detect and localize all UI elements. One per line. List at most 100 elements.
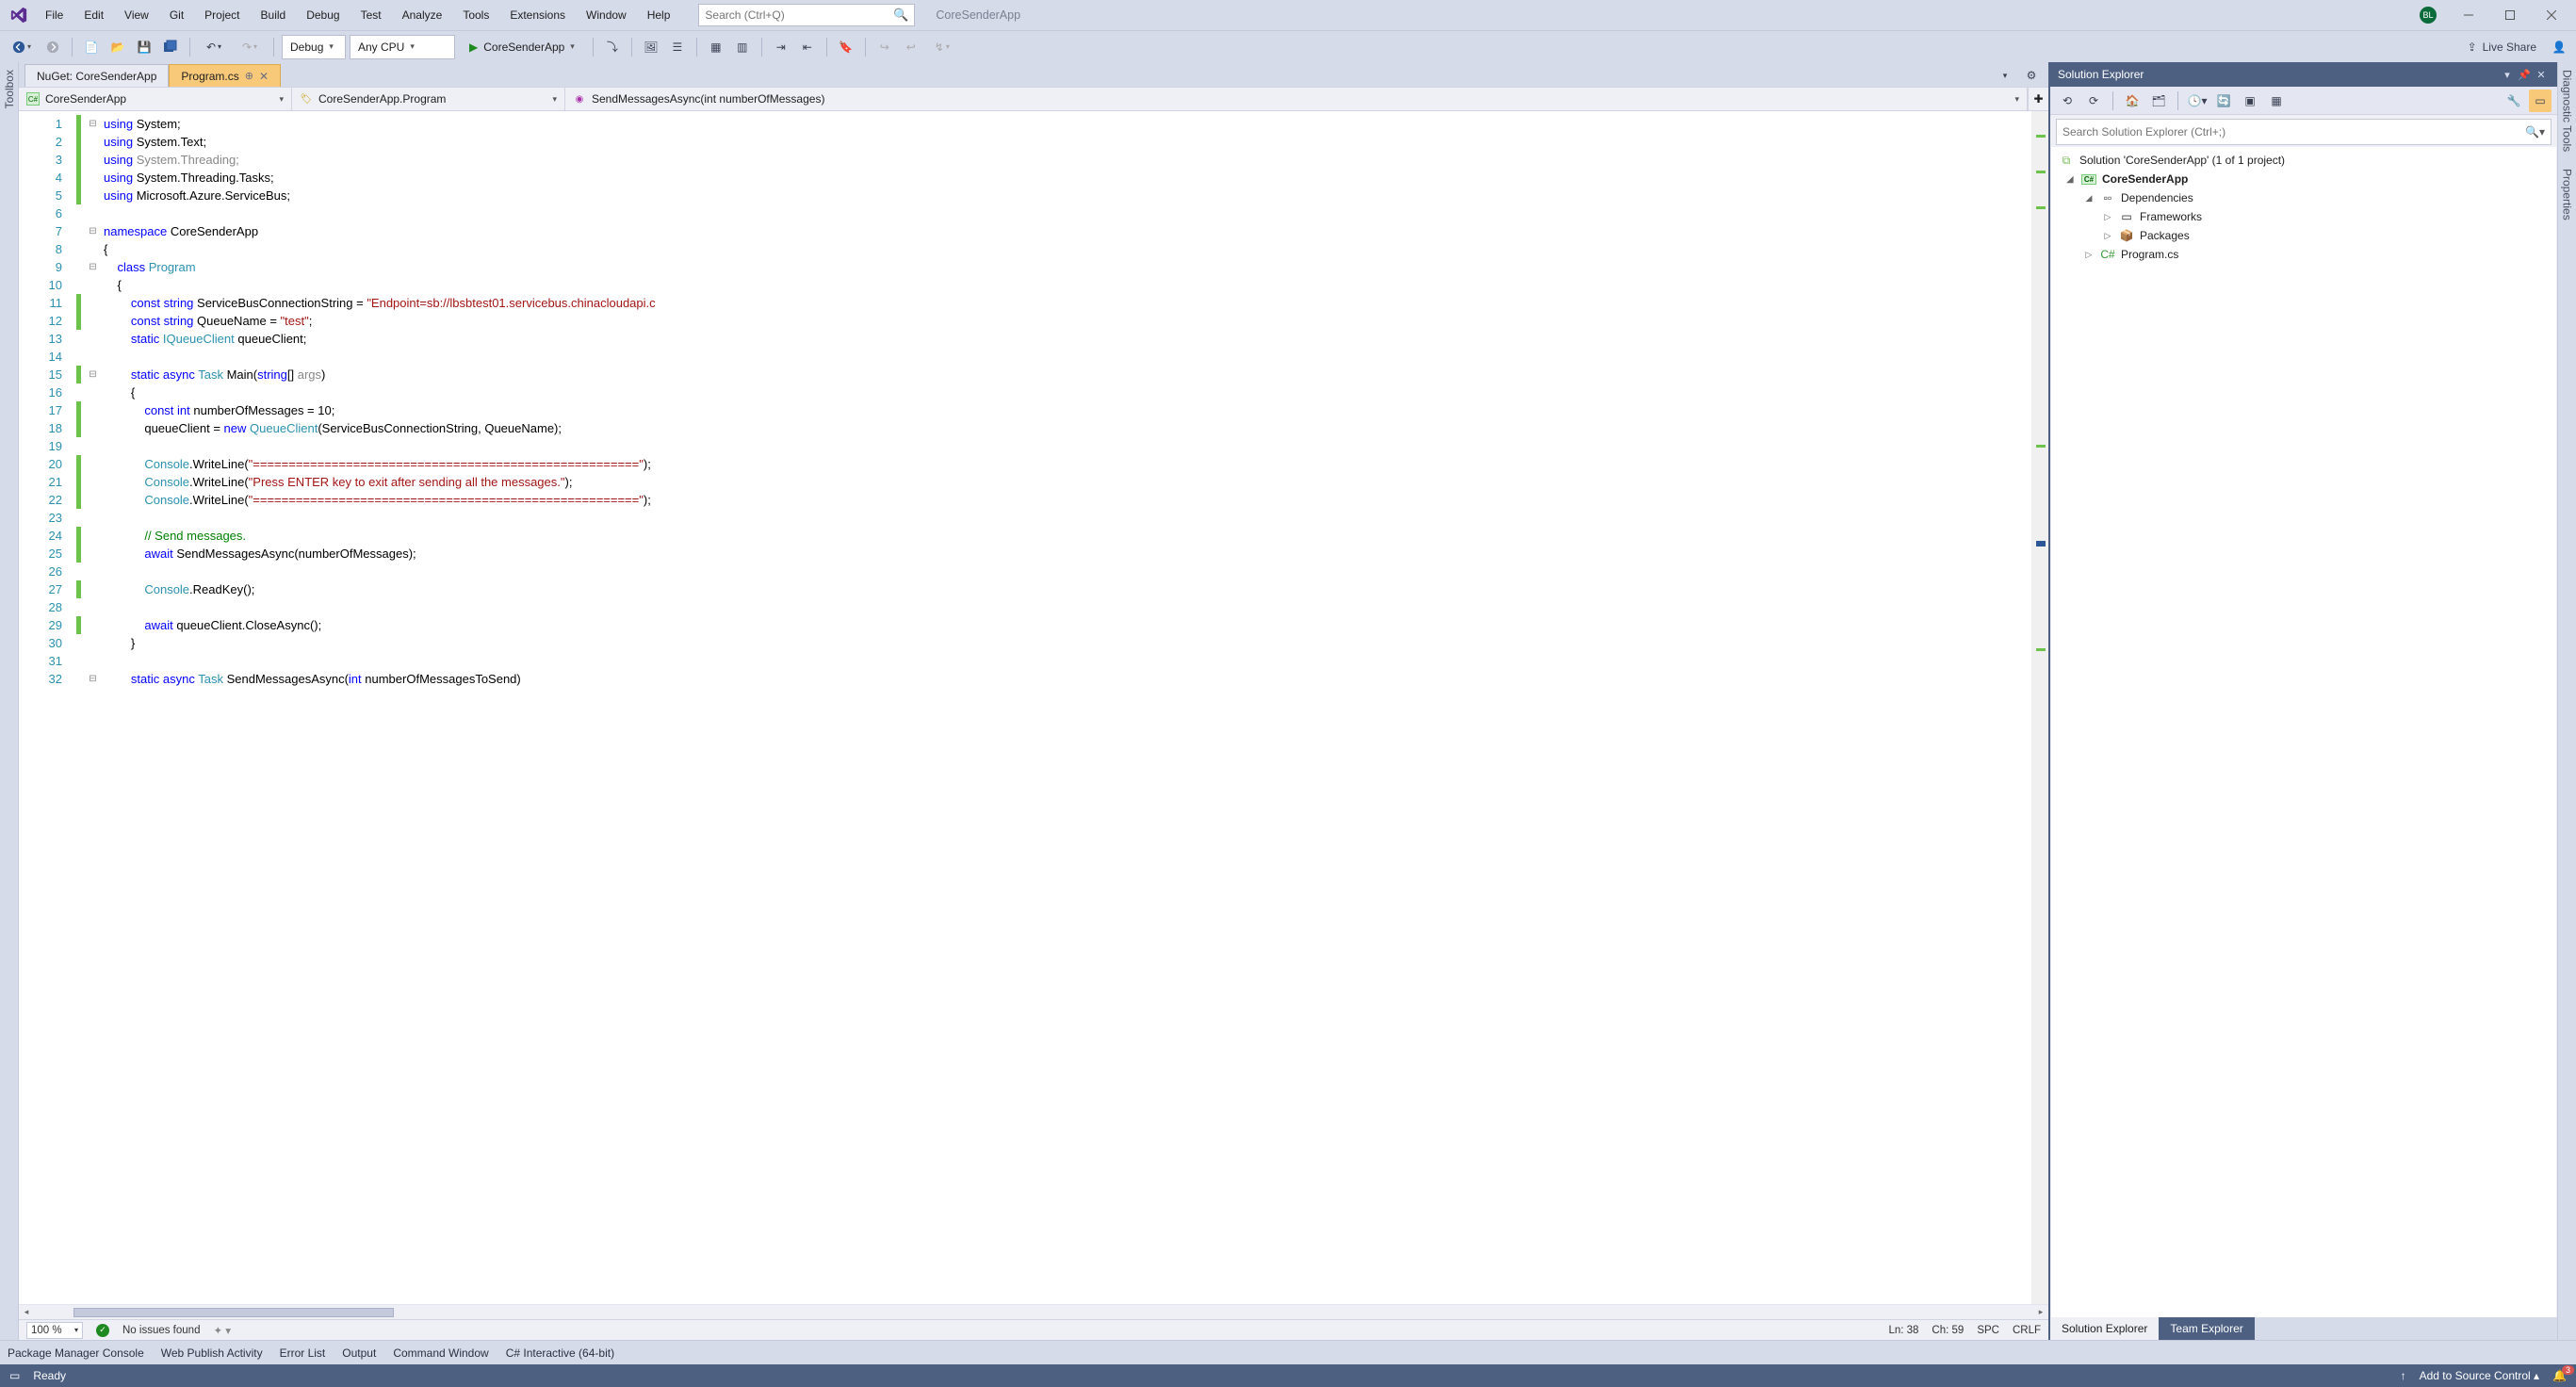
scroll-thumb[interactable] bbox=[73, 1308, 394, 1317]
source-control-button[interactable]: Add to Source Control ▴ bbox=[2420, 1369, 2539, 1382]
quicklaunch-input[interactable] bbox=[705, 8, 893, 22]
comment-button[interactable]: ▦ bbox=[705, 36, 727, 58]
tool-a-button[interactable]: ↪ bbox=[873, 36, 896, 58]
bottom-tab[interactable]: Command Window bbox=[393, 1346, 488, 1360]
open-file-button[interactable]: 📂 bbox=[106, 36, 129, 58]
close-button[interactable] bbox=[2533, 3, 2570, 27]
scroll-track[interactable] bbox=[2031, 111, 2048, 1304]
pin-icon[interactable]: ⊕ bbox=[245, 70, 253, 82]
outlining-margin[interactable]: ⊟⊟⊟⊟⊟ bbox=[87, 111, 100, 1304]
solution-tree[interactable]: ⧉ Solution 'CoreSenderApp' (1 of 1 proje… bbox=[2051, 147, 2556, 1317]
expand-icon[interactable]: ▷ bbox=[2102, 231, 2113, 241]
live-share-button[interactable]: ⇪ Live Share bbox=[2460, 41, 2544, 54]
solution-explorer-titlebar[interactable]: Solution Explorer ▾ 📌 ✕ bbox=[2050, 62, 2557, 87]
maximize-button[interactable] bbox=[2491, 3, 2529, 27]
bookmark-button[interactable]: 🔖 bbox=[835, 36, 857, 58]
menu-view[interactable]: View bbox=[115, 3, 158, 27]
menu-help[interactable]: Help bbox=[638, 3, 680, 27]
menu-build[interactable]: Build bbox=[252, 3, 296, 27]
feedback-button[interactable]: 👤 bbox=[2548, 36, 2570, 58]
menu-debug[interactable]: Debug bbox=[297, 3, 349, 27]
properties-tab[interactable]: Properties bbox=[2561, 169, 2574, 220]
tab-solution-explorer[interactable]: Solution Explorer bbox=[2050, 1317, 2159, 1340]
se-pending-changes-button[interactable]: 🕓▾ bbox=[2186, 90, 2209, 112]
diagnostic-tools-tab[interactable]: Diagnostic Tools bbox=[2561, 70, 2574, 152]
packages-node[interactable]: ▷ 📦 Packages bbox=[2055, 226, 2552, 245]
menu-tools[interactable]: Tools bbox=[453, 3, 498, 27]
code-editor[interactable]: 1234567891011121314151617181920212223242… bbox=[19, 111, 2048, 1304]
menu-test[interactable]: Test bbox=[351, 3, 391, 27]
se-switch-view-button[interactable]: 🗂 bbox=[2147, 90, 2170, 112]
dependencies-node[interactable]: ◢ ▫▫ Dependencies bbox=[2055, 188, 2552, 207]
publish-icon[interactable]: ↑ bbox=[2401, 1369, 2406, 1382]
new-project-button[interactable]: 📄 bbox=[80, 36, 103, 58]
undo-button[interactable]: ↶▾ bbox=[198, 36, 230, 58]
autohide-button[interactable]: 📌 bbox=[2516, 69, 2533, 81]
nav-forward-button[interactable] bbox=[41, 36, 64, 58]
se-sync-button[interactable]: 🔄 bbox=[2212, 90, 2235, 112]
save-button[interactable]: 💾 bbox=[133, 36, 155, 58]
nav-scope-combo[interactable]: C# CoreSenderApp ▾ bbox=[19, 88, 292, 110]
menu-git[interactable]: Git bbox=[160, 3, 193, 27]
solution-explorer-search[interactable]: 🔍▾ bbox=[2056, 119, 2552, 145]
outdent-button[interactable]: ⇤ bbox=[796, 36, 819, 58]
indent-button[interactable]: ⇥ bbox=[770, 36, 792, 58]
split-editor-button[interactable]: ✚ bbox=[2028, 88, 2048, 110]
se-collapse-button[interactable]: ▣ bbox=[2239, 90, 2261, 112]
code-content[interactable]: using System;using System.Text;using Sys… bbox=[100, 111, 2031, 1304]
expand-icon[interactable]: ▷ bbox=[2083, 250, 2095, 260]
quicklaunch-search[interactable]: 🔍 bbox=[698, 4, 915, 26]
tab-team-explorer[interactable]: Team Explorer bbox=[2159, 1317, 2254, 1340]
menu-extensions[interactable]: Extensions bbox=[500, 3, 575, 27]
bottom-tab[interactable]: C# Interactive (64-bit) bbox=[506, 1346, 614, 1360]
scroll-right-arrow[interactable]: ▸ bbox=[2033, 1307, 2048, 1317]
uncomment-button[interactable]: ▥ bbox=[731, 36, 754, 58]
document-tab-nuget[interactable]: NuGet: CoreSenderApp bbox=[24, 64, 169, 87]
step-into-button[interactable]: ⤵ bbox=[601, 36, 624, 58]
menu-window[interactable]: Window bbox=[577, 3, 636, 27]
collapse-icon[interactable]: ◢ bbox=[2083, 193, 2095, 204]
expand-icon[interactable]: ▷ bbox=[2102, 212, 2113, 222]
menu-project[interactable]: Project bbox=[195, 3, 249, 27]
output-pane-icon[interactable]: ▭ bbox=[9, 1369, 20, 1382]
bottom-tab[interactable]: Package Manager Console bbox=[8, 1346, 144, 1360]
solution-explorer-search-input[interactable] bbox=[2062, 125, 2525, 139]
project-node[interactable]: ◢ C# CoreSenderApp bbox=[2055, 170, 2552, 188]
menu-file[interactable]: File bbox=[36, 3, 73, 27]
se-back-button[interactable]: ⟲ bbox=[2056, 90, 2079, 112]
se-show-all-button[interactable]: ▦ bbox=[2265, 90, 2288, 112]
image-tool-button[interactable]: 🖼 bbox=[640, 36, 662, 58]
menu-analyze[interactable]: Analyze bbox=[393, 3, 452, 27]
se-home-button[interactable]: 🏠 bbox=[2121, 90, 2144, 112]
close-icon[interactable]: ✕ bbox=[259, 70, 269, 83]
save-all-button[interactable] bbox=[159, 36, 182, 58]
bottom-tab[interactable]: Error List bbox=[280, 1346, 326, 1360]
toolbox-tab[interactable]: Toolbox bbox=[3, 70, 16, 108]
zoom-combo[interactable]: 100 % ▾ bbox=[26, 1322, 83, 1339]
program-file-node[interactable]: ▷ C# Program.cs bbox=[2055, 245, 2552, 264]
nav-type-combo[interactable]: 🏷 CoreSenderApp.Program ▾ bbox=[292, 88, 565, 110]
active-files-dropdown[interactable]: ▾ bbox=[1994, 64, 2016, 87]
se-forward-button[interactable]: ⟳ bbox=[2082, 90, 2105, 112]
start-debug-button[interactable]: ▶ CoreSenderApp ▾ bbox=[459, 35, 585, 59]
tool-b-button[interactable]: ↩ bbox=[900, 36, 922, 58]
menu-edit[interactable]: Edit bbox=[74, 3, 113, 27]
account-avatar[interactable]: BL bbox=[2420, 7, 2437, 24]
bottom-tab[interactable]: Output bbox=[342, 1346, 376, 1360]
tab-options-button[interactable]: ⚙ bbox=[2020, 64, 2043, 87]
minimize-button[interactable] bbox=[2450, 3, 2487, 27]
se-preview-button[interactable]: ▭ bbox=[2529, 90, 2552, 112]
document-tab-program[interactable]: Program.cs ⊕ ✕ bbox=[169, 64, 281, 87]
frameworks-node[interactable]: ▷ ▭ Frameworks bbox=[2055, 207, 2552, 226]
tool-c-button[interactable]: ↯▾ bbox=[926, 36, 958, 58]
notifications-button[interactable]: 🔔3 bbox=[2552, 1369, 2567, 1382]
list-tool-button[interactable]: ☰ bbox=[666, 36, 689, 58]
nav-member-combo[interactable]: ◉ SendMessagesAsync(int numberOfMessages… bbox=[565, 88, 2028, 110]
bottom-tab[interactable]: Web Publish Activity bbox=[161, 1346, 263, 1360]
close-panel-button[interactable]: ✕ bbox=[2533, 69, 2550, 81]
se-properties-button[interactable]: 🔧 bbox=[2503, 90, 2525, 112]
window-position-button[interactable]: ▾ bbox=[2499, 69, 2516, 81]
solution-config-combo[interactable]: Debug ▾ bbox=[282, 35, 346, 59]
solution-platform-combo[interactable]: Any CPU ▾ bbox=[350, 35, 455, 59]
redo-button[interactable]: ↷▾ bbox=[234, 36, 266, 58]
